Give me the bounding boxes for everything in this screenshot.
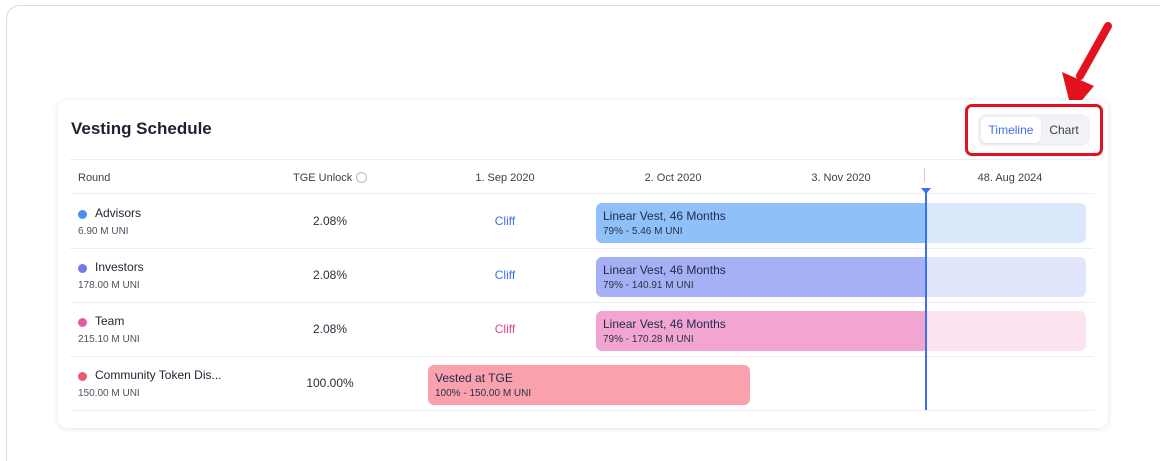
vesting-bar-detail: 79% - 170.28 M UNI (603, 334, 694, 345)
today-indicator-marker (921, 188, 931, 194)
vesting-bar[interactable]: Linear Vest, 46 Months 79% - 5.46 M UNI (596, 203, 926, 243)
vesting-bar-title: Vested at TGE (435, 371, 513, 385)
vesting-bar[interactable]: Linear Vest, 46 Months 79% - 140.91 M UN… (596, 257, 926, 297)
today-tick (924, 168, 925, 182)
vesting-bar-detail: 79% - 140.91 M UNI (603, 280, 694, 291)
tge-unlock-value: 2.08% (312, 214, 348, 228)
column-header-date-1: 1. Sep 2020 (475, 172, 535, 184)
round-name: Team (95, 314, 125, 328)
row-divider (70, 410, 1094, 411)
column-header-date-2: 2. Oct 2020 (644, 172, 702, 184)
vesting-bar-title: Linear Vest, 46 Months (603, 209, 726, 223)
column-header-tge-unlock-label: TGE Unlock (293, 172, 353, 184)
header-divider (70, 193, 1094, 194)
round-color-dot (78, 372, 87, 381)
round-name: Investors (95, 260, 144, 274)
vesting-bar-detail: 100% - 150.00 M UNI (435, 388, 532, 399)
round-color-dot (78, 318, 87, 327)
vesting-bar[interactable]: Vested at TGE 100% - 150.00 M UNI (428, 365, 750, 405)
vesting-bar[interactable]: Linear Vest, 46 Months 79% - 170.28 M UN… (596, 311, 926, 351)
table-row[interactable]: Investors 178.00 M UNI 2.08% Cliff Linea… (58, 249, 1108, 303)
round-name: Community Token Dis... (95, 368, 222, 382)
tge-unlock-value: 100.00% (306, 376, 354, 390)
cliff-label: Cliff (494, 214, 516, 228)
header-top-divider (70, 159, 1094, 160)
column-header-round: Round (78, 172, 111, 184)
red-highlight-annotation (965, 104, 1103, 156)
cliff-label: Cliff (494, 268, 516, 282)
round-color-dot (78, 264, 87, 273)
info-icon[interactable] (356, 172, 368, 183)
table-row[interactable]: Team 215.10 M UNI 2.08% Cliff Linear Ves… (58, 303, 1108, 357)
table-row[interactable]: Advisors 6.90 M UNI 2.08% Cliff Linear V… (58, 195, 1108, 249)
round-amount: 6.90 M UNI (78, 226, 129, 237)
round-name: Advisors (95, 206, 142, 220)
vesting-bar-remaining (924, 311, 1086, 351)
column-header-date-3: 3. Nov 2020 (811, 172, 871, 184)
vesting-bar-title: Linear Vest, 46 Months (603, 263, 726, 277)
cliff-label: Cliff (494, 322, 516, 336)
tge-unlock-value: 2.08% (312, 268, 348, 282)
round-amount: 215.10 M UNI (78, 334, 140, 345)
vesting-schedule-card: Vesting Schedule Timeline Chart Round TG… (58, 100, 1108, 428)
round-amount: 178.00 M UNI (78, 280, 140, 291)
today-indicator-line (925, 190, 927, 410)
column-header-today: 48. Aug 2024 (977, 172, 1043, 184)
vesting-bar-title: Linear Vest, 46 Months (603, 317, 726, 331)
card-title: Vesting Schedule (71, 119, 212, 138)
table-row[interactable]: Community Token Dis... 150.00 M UNI 100.… (58, 357, 1108, 411)
round-amount: 150.00 M UNI (78, 388, 140, 399)
vesting-bar-remaining (924, 257, 1086, 297)
column-header-tge-unlock: TGE Unlock (293, 172, 368, 184)
round-color-dot (78, 210, 87, 219)
vesting-bar-detail: 79% - 5.46 M UNI (603, 226, 683, 237)
vesting-bar-remaining (924, 203, 1086, 243)
tge-unlock-value: 2.08% (312, 322, 348, 336)
